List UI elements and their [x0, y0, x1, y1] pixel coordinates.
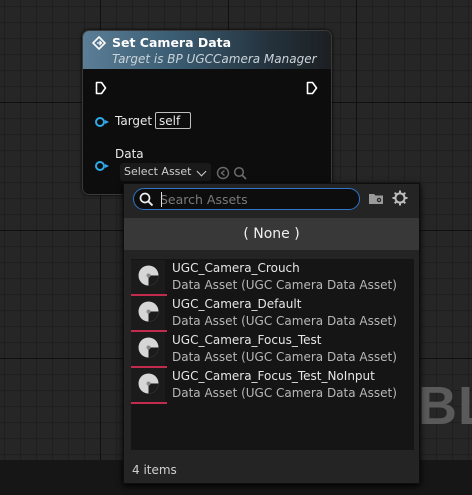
browse-asset-icon[interactable]: [233, 166, 247, 180]
data-pin-icon[interactable]: [95, 161, 109, 171]
select-asset-label: Select Asset: [124, 165, 192, 178]
data-asset-thumbnail: [131, 260, 165, 295]
data-label: Data: [115, 147, 144, 161]
node-header[interactable]: Set Camera Data Target is BP UGCCamera M…: [83, 31, 331, 69]
asset-type-color-bar: [131, 402, 167, 404]
target-pin-icon[interactable]: [95, 117, 109, 127]
asset-item[interactable]: UGC_Camera_Default Data Asset (UGC Camer…: [131, 296, 414, 332]
asset-item[interactable]: UGC_Camera_Focus_Test_NoInput Data Asset…: [131, 368, 414, 404]
node-subtitle: Target is BP UGCCamera Manager: [112, 52, 317, 66]
data-asset-icon: [138, 373, 159, 394]
none-option[interactable]: ( None ): [124, 218, 419, 250]
data-asset-icon: [138, 337, 159, 358]
item-count: 4 items: [132, 463, 177, 477]
asset-type: Data Asset (UGC Camera Data Asset): [172, 350, 397, 364]
text-caret: [161, 192, 162, 207]
data-asset-thumbnail: [131, 296, 165, 331]
target-label: Target: [115, 114, 153, 128]
data-asset-icon: [138, 265, 159, 286]
use-selected-asset-icon[interactable]: [216, 166, 230, 180]
data-asset-thumbnail: [131, 368, 165, 403]
data-asset-thumbnail: [131, 332, 165, 367]
exec-input-pin-icon[interactable]: [95, 81, 107, 95]
asset-name: UGC_Camera_Crouch: [172, 261, 300, 275]
search-icon: [139, 192, 154, 207]
asset-list: UGC_Camera_Crouch Data Asset (UGC Camera…: [131, 259, 414, 450]
search-input[interactable]: [160, 190, 350, 208]
folder-settings-icon[interactable]: [368, 191, 385, 206]
asset-item[interactable]: UGC_Camera_Crouch Data Asset (UGC Camera…: [131, 260, 414, 296]
asset-name: UGC_Camera_Focus_Test_NoInput: [172, 369, 375, 383]
background-watermark-text: BL: [418, 376, 472, 436]
node-title: Set Camera Data: [112, 35, 232, 50]
asset-type: Data Asset (UGC Camera Data Asset): [172, 386, 397, 400]
asset-type: Data Asset (UGC Camera Data Asset): [172, 314, 397, 328]
chevron-down-icon: [196, 166, 207, 177]
target-value-field[interactable]: self: [155, 112, 191, 129]
set-camera-data-node[interactable]: Set Camera Data Target is BP UGCCamera M…: [82, 30, 332, 195]
search-box[interactable]: [133, 188, 360, 210]
asset-picker-popup: ( None ) UGC_Camera_Crouch Data Asset (U…: [123, 183, 420, 484]
asset-name: UGC_Camera_Default: [172, 297, 302, 311]
asset-item[interactable]: UGC_Camera_Focus_Test Data Asset (UGC Ca…: [131, 332, 414, 368]
exec-output-pin-icon[interactable]: [306, 81, 318, 95]
data-asset-icon: [138, 301, 159, 322]
asset-name: UGC_Camera_Focus_Test: [172, 333, 322, 347]
function-icon: [92, 36, 106, 50]
gear-icon[interactable]: [392, 190, 408, 206]
asset-type: Data Asset (UGC Camera Data Asset): [172, 278, 397, 292]
select-asset-dropdown[interactable]: Select Asset: [120, 163, 211, 181]
